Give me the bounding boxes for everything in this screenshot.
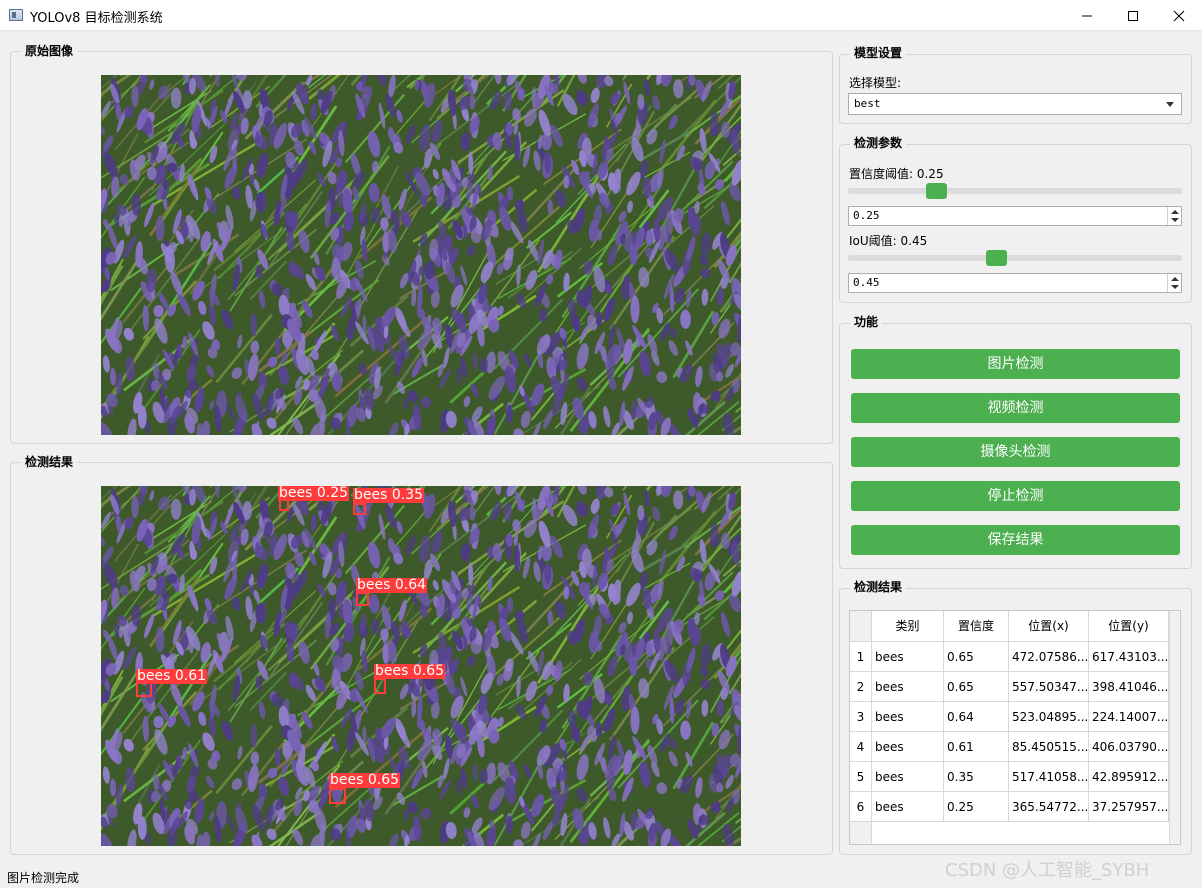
cell-confidence[interactable]: 0.65 bbox=[944, 672, 1009, 702]
chevron-up-icon[interactable] bbox=[1171, 277, 1179, 281]
window-title: YOLOv8 目标检测系统 bbox=[30, 11, 163, 26]
cell-confidence[interactable]: 0.25 bbox=[944, 792, 1009, 822]
detection-label: bees 0.35 bbox=[353, 487, 425, 503]
table-row-number[interactable]: 1 bbox=[850, 642, 872, 672]
app-icon bbox=[9, 9, 23, 21]
column-header-x[interactable]: 位置(x) bbox=[1009, 611, 1089, 642]
table-row-number[interactable]: 2 bbox=[850, 672, 872, 702]
table-scrollbar[interactable] bbox=[1169, 611, 1180, 844]
cell-class[interactable]: bees bbox=[872, 672, 944, 702]
table-row-header-filler bbox=[850, 822, 872, 844]
detection-label: bees 0.25 bbox=[278, 486, 350, 501]
confidence-label: 置信度阈值: 0.25 bbox=[849, 167, 944, 181]
confidence-spinbox[interactable]: 0.25 bbox=[848, 206, 1182, 226]
watermark: CSDN @人工智能_SYBH bbox=[945, 860, 1150, 881]
original-image-title: 原始图像 bbox=[21, 43, 78, 59]
detection-box bbox=[353, 503, 366, 515]
save-results-button[interactable]: 保存结果 bbox=[851, 525, 1180, 555]
detection-box bbox=[356, 592, 369, 606]
cell-x[interactable]: 517.41058... bbox=[1009, 762, 1089, 792]
column-header-y[interactable]: 位置(y) bbox=[1089, 611, 1169, 642]
detection-label: bees 0.65 bbox=[374, 663, 446, 679]
model-settings-title: 模型设置 bbox=[850, 45, 907, 61]
cell-y[interactable]: 37.257957... bbox=[1089, 792, 1169, 822]
table-corner[interactable] bbox=[850, 611, 872, 642]
cell-class[interactable]: bees bbox=[872, 732, 944, 762]
cell-class[interactable]: bees bbox=[872, 642, 944, 672]
functions-title: 功能 bbox=[850, 314, 883, 330]
detection-label: bees 0.64 bbox=[356, 577, 428, 593]
minimize-icon[interactable] bbox=[1064, 0, 1110, 31]
cell-x[interactable]: 365.54772... bbox=[1009, 792, 1089, 822]
camera-detect-button[interactable]: 摄像头检测 bbox=[851, 437, 1180, 467]
chevron-down-icon[interactable] bbox=[1171, 218, 1179, 222]
image-detect-button[interactable]: 图片检测 bbox=[851, 349, 1180, 379]
table-row-number[interactable]: 3 bbox=[850, 702, 872, 732]
column-header-class[interactable]: 类别 bbox=[872, 611, 944, 642]
status-bar: 图片检测完成 bbox=[7, 871, 80, 885]
confidence-value: 0.25 bbox=[853, 209, 880, 222]
table-row-number[interactable]: 4 bbox=[850, 732, 872, 762]
chevron-up-icon[interactable] bbox=[1171, 210, 1179, 214]
stop-detect-button[interactable]: 停止检测 bbox=[851, 481, 1180, 511]
iou-slider-handle[interactable] bbox=[986, 250, 1008, 266]
detect-params-title: 检测参数 bbox=[850, 135, 907, 151]
detection-box bbox=[374, 678, 386, 694]
results-table-title: 检测结果 bbox=[850, 579, 907, 595]
model-select[interactable]: best bbox=[848, 93, 1182, 115]
confidence-slider-handle[interactable] bbox=[926, 183, 948, 199]
maximize-icon[interactable] bbox=[1110, 0, 1156, 31]
cell-x[interactable]: 85.450515... bbox=[1009, 732, 1089, 762]
chevron-down-icon bbox=[1166, 102, 1174, 107]
cell-y[interactable]: 617.43103... bbox=[1089, 642, 1169, 672]
detection-result-title: 检测结果 bbox=[21, 454, 78, 470]
iou-spinbox[interactable]: 0.45 bbox=[848, 273, 1182, 293]
confidence-stepper[interactable] bbox=[1167, 207, 1181, 225]
cell-class[interactable]: bees bbox=[872, 702, 944, 732]
detection-label: bees 0.61 bbox=[136, 668, 208, 684]
column-header-confidence[interactable]: 置信度 bbox=[944, 611, 1009, 642]
results-table[interactable]: 类别 置信度 位置(x) 位置(y) 1 bees 0.65 472.07586...… bbox=[849, 610, 1181, 845]
select-model-label: 选择模型: bbox=[849, 76, 902, 90]
lavender-field-image bbox=[101, 75, 741, 435]
model-select-value: best bbox=[854, 97, 881, 110]
cell-y[interactable]: 398.41046... bbox=[1089, 672, 1169, 702]
cell-y[interactable]: 406.03790... bbox=[1089, 732, 1169, 762]
detection-label: bees 0.65 bbox=[329, 772, 401, 788]
iou-slider[interactable] bbox=[848, 255, 1182, 261]
confidence-slider[interactable] bbox=[848, 188, 1182, 194]
video-detect-button[interactable]: 视频检测 bbox=[851, 393, 1180, 423]
cell-confidence[interactable]: 0.64 bbox=[944, 702, 1009, 732]
cell-confidence[interactable]: 0.65 bbox=[944, 642, 1009, 672]
table-row-number[interactable]: 6 bbox=[850, 792, 872, 822]
cell-x[interactable]: 472.07586... bbox=[1009, 642, 1089, 672]
chevron-down-icon[interactable] bbox=[1171, 285, 1179, 289]
cell-y[interactable]: 224.14007... bbox=[1089, 702, 1169, 732]
close-icon[interactable] bbox=[1156, 0, 1202, 31]
iou-value: 0.45 bbox=[853, 276, 880, 289]
result-image: bees 0.25 bees 0.35 bees 0.64 bees 0.61 … bbox=[101, 486, 741, 846]
cell-y[interactable]: 42.895912... bbox=[1089, 762, 1169, 792]
original-image bbox=[101, 75, 741, 435]
cell-class[interactable]: bees bbox=[872, 792, 944, 822]
title-bar: YOLOv8 目标检测系统 bbox=[0, 0, 1202, 31]
iou-label: IoU阈值: 0.45 bbox=[849, 234, 928, 248]
iou-stepper[interactable] bbox=[1167, 274, 1181, 292]
cell-x[interactable]: 523.04895... bbox=[1009, 702, 1089, 732]
cell-x[interactable]: 557.50347... bbox=[1009, 672, 1089, 702]
table-row-number[interactable]: 5 bbox=[850, 762, 872, 792]
detection-box bbox=[329, 788, 346, 804]
cell-confidence[interactable]: 0.35 bbox=[944, 762, 1009, 792]
cell-class[interactable]: bees bbox=[872, 762, 944, 792]
detection-box bbox=[136, 682, 152, 697]
cell-confidence[interactable]: 0.61 bbox=[944, 732, 1009, 762]
